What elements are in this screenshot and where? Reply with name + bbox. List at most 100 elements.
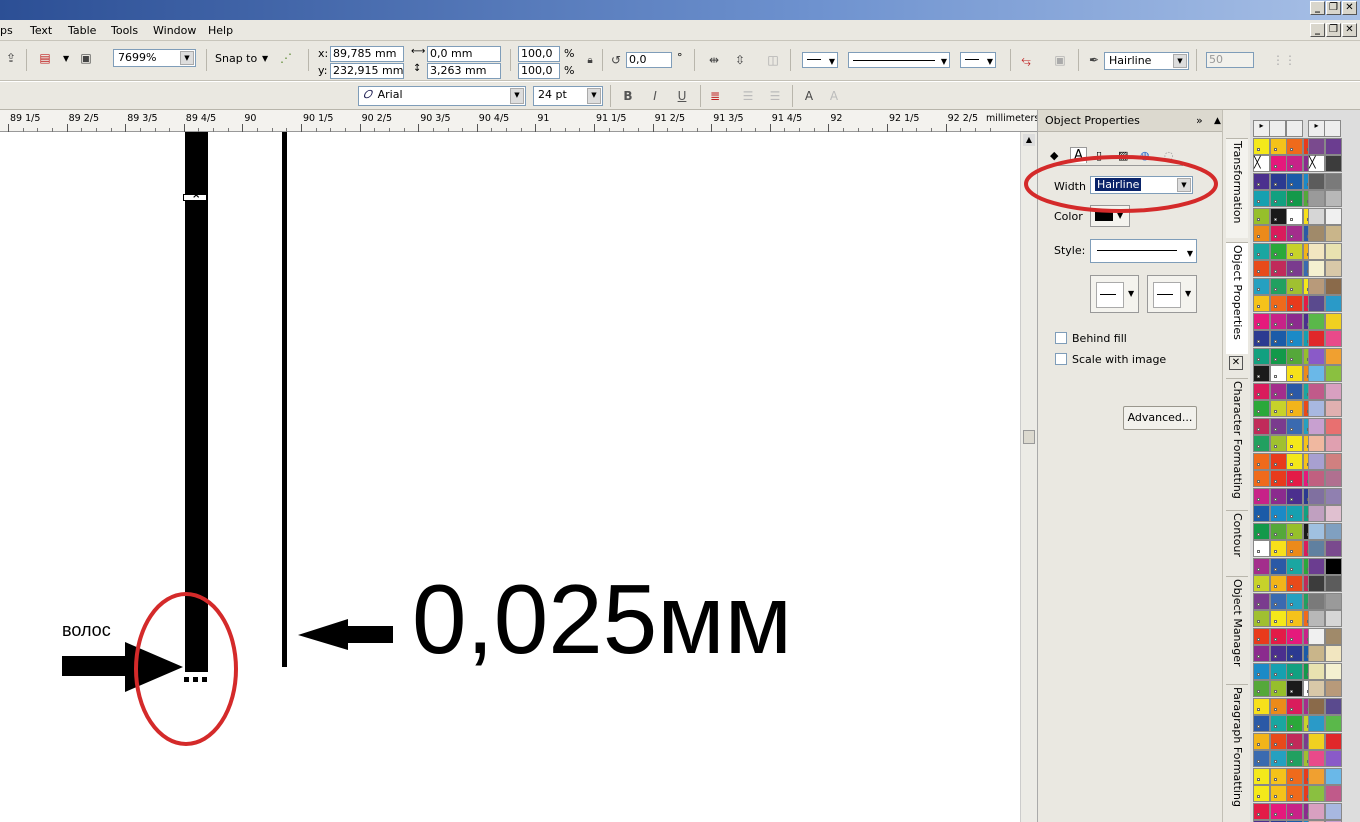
palette-scroll-icon[interactable]: ▸ [1253,120,1270,137]
palette-swatch[interactable] [1269,277,1287,295]
chevron-down-icon[interactable]: ▼ [63,54,69,63]
palette-swatch[interactable] [1253,610,1270,627]
palette-swatch[interactable] [1325,225,1342,242]
tab-object-manager[interactable]: Object Manager [1226,576,1248,680]
drop-cap-icon[interactable]: ☰ [767,88,783,104]
palette-swatch[interactable] [1325,242,1342,260]
palette-swatch[interactable] [1308,540,1325,557]
color-palette[interactable]: ▸ ▸ ╳ ╳ [1250,110,1360,822]
palette-swatch[interactable] [1269,610,1287,627]
palette-swatch[interactable] [1325,575,1342,592]
palette-swatch[interactable] [1286,715,1303,732]
menu-item-text[interactable]: Text [30,24,52,37]
palette-swatch[interactable] [1325,662,1342,680]
palette-swatch[interactable] [1308,330,1325,347]
palette-swatch[interactable] [1325,627,1342,645]
palette-swatch[interactable] [1269,540,1287,557]
palette-swatch[interactable] [1286,785,1303,802]
palette-swatch[interactable] [1269,557,1287,575]
scroll-up-icon[interactable]: ▲ [1023,134,1035,146]
start-arrow-combo[interactable]: ▼ [802,52,838,68]
mirror-vertical-icon[interactable]: ⇳ [732,52,748,68]
palette-swatch[interactable] [1269,452,1287,470]
restore-button[interactable]: ❐ [1326,1,1341,15]
palette-swatch[interactable] [1269,207,1287,225]
tab-paragraph-formatting[interactable]: Paragraph Formatting [1226,684,1248,822]
snap-to-button[interactable]: Snap to [215,52,257,65]
palette-swatch[interactable] [1269,697,1287,715]
menu-item-help[interactable]: Help [208,24,233,37]
palette-swatch[interactable] [1308,662,1325,680]
size-input[interactable]: 50 [1206,52,1254,68]
palette-scroll-icon[interactable] [1286,120,1303,137]
palette-scroll-icon[interactable] [1324,120,1341,137]
palette-swatch[interactable] [1286,697,1303,715]
palette-swatch[interactable] [1286,400,1303,417]
x-position-input[interactable]: 89,785 mm [330,46,404,62]
doc-minimize-button[interactable]: _ [1310,23,1325,37]
palette-swatch[interactable] [1269,330,1287,347]
palette-swatch[interactable] [1325,470,1342,487]
palette-swatch[interactable] [1253,260,1270,277]
palette-swatch[interactable] [1308,697,1325,715]
palette-swatch[interactable] [1308,452,1325,470]
end-arrow-combo[interactable]: ▼ [960,52,996,68]
palette-swatch[interactable] [1269,680,1287,697]
y-position-input[interactable]: 232,915 mm [330,63,404,79]
palette-swatch[interactable] [1325,750,1342,767]
palette-swatch[interactable] [1308,680,1325,697]
palette-swatch[interactable] [1308,715,1325,732]
palette-swatch[interactable] [1308,312,1325,330]
vertical-scrollbar[interactable]: ▲ [1020,132,1037,822]
palette-swatch[interactable] [1325,155,1342,172]
palette-swatch[interactable] [1253,697,1270,715]
palette-swatch[interactable] [1325,137,1342,155]
palette-swatch[interactable] [1269,417,1287,435]
palette-swatch[interactable] [1286,540,1303,557]
palette-swatch[interactable] [1325,592,1342,610]
scroll-up-icon[interactable]: ▲ [1214,110,1221,132]
palette-swatch[interactable] [1253,627,1270,645]
palette-swatch[interactable] [1325,767,1342,785]
palette-swatch[interactable] [1286,242,1303,260]
palette-swatch[interactable] [1286,172,1303,190]
palette-swatch[interactable] [1308,732,1325,750]
rotation-input[interactable]: 0,0 [626,52,672,68]
palette-swatch[interactable] [1269,365,1287,382]
palette-swatch[interactable] [1253,505,1270,522]
bold-icon[interactable]: B [620,88,636,104]
palette-swatch[interactable] [1253,732,1270,750]
palette-swatch[interactable] [1308,225,1325,242]
palette-swatch[interactable] [1308,522,1325,540]
palette-swatch[interactable] [1253,207,1270,225]
palette-swatch[interactable] [1253,540,1270,557]
palette-swatch[interactable] [1269,137,1287,155]
palette-swatch[interactable] [1308,470,1325,487]
palette-swatch[interactable]: ╳ [1308,155,1325,172]
doc-restore-button[interactable]: ❐ [1326,23,1341,37]
palette-swatch[interactable] [1253,435,1270,452]
palette-swatch[interactable] [1325,190,1342,207]
palette-swatch[interactable] [1253,312,1270,330]
palette-swatch[interactable] [1286,802,1303,820]
scale-height-input[interactable]: 100,0 [518,63,560,79]
app-launcher-icon[interactable]: ▣ [78,50,94,66]
palette-swatch[interactable] [1286,137,1303,155]
palette-swatch[interactable] [1286,207,1303,225]
snap-options-icon[interactable]: ⋰ [278,50,294,66]
palette-swatch[interactable] [1286,645,1303,662]
palette-swatch[interactable] [1269,522,1287,540]
palette-swatch[interactable] [1253,575,1270,592]
palette-swatch[interactable] [1286,662,1303,680]
palette-swatch[interactable] [1325,802,1342,820]
palette-swatch[interactable] [1325,680,1342,697]
palette-swatch[interactable] [1269,312,1287,330]
palette-swatch[interactable] [1308,400,1325,417]
palette-swatch[interactable] [1286,277,1303,295]
palette-swatch[interactable] [1269,382,1287,400]
export-icon[interactable]: ⇪ [3,50,19,66]
palette-swatch[interactable] [1325,312,1342,330]
palette-swatch[interactable] [1308,785,1325,802]
palette-swatch[interactable] [1325,382,1342,400]
tab-object-properties[interactable]: Object Properties [1226,242,1248,354]
